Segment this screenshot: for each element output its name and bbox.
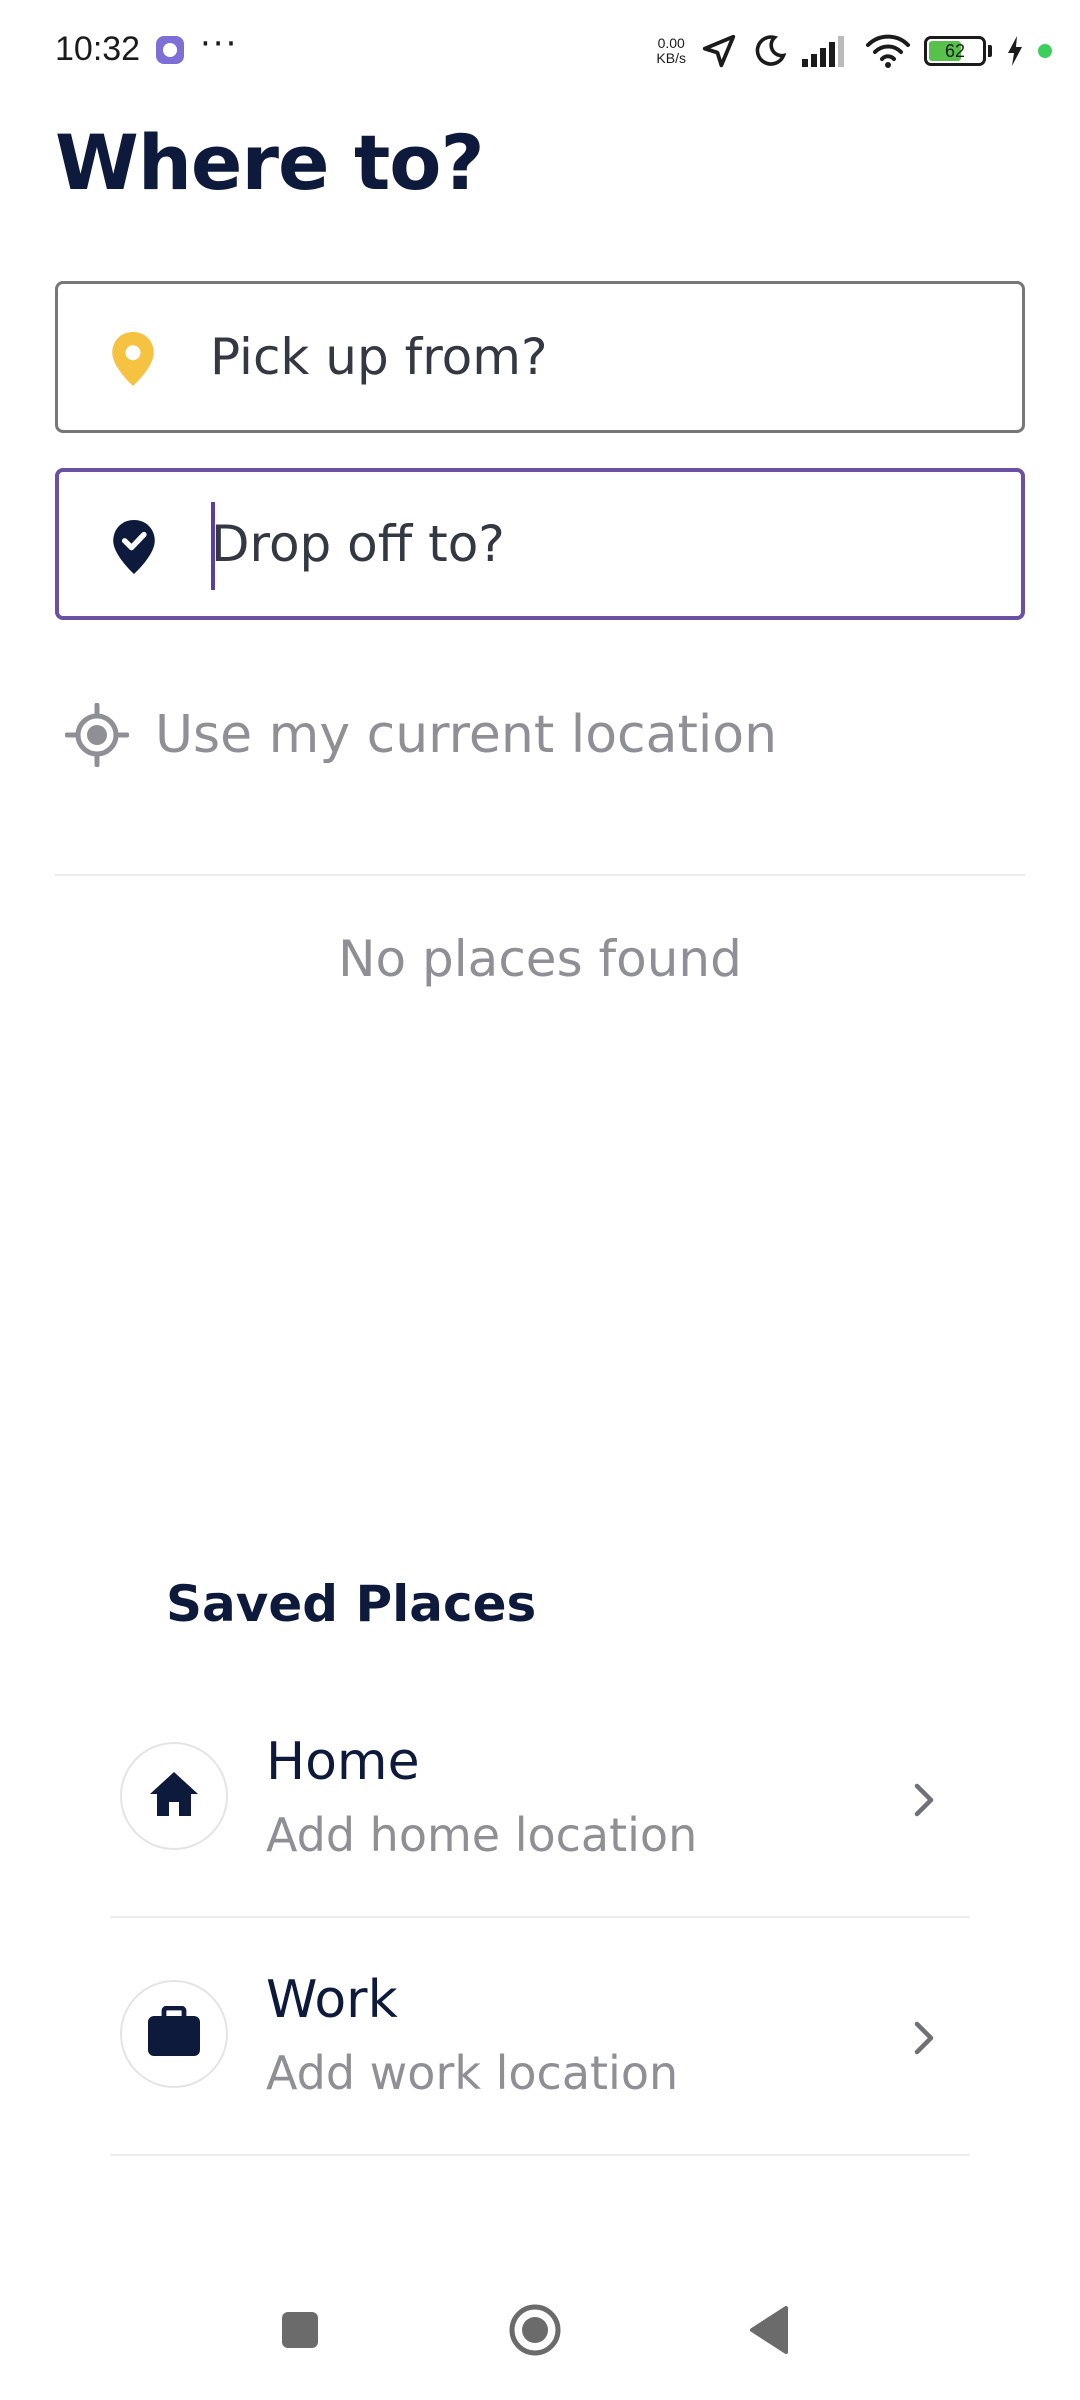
current-location-label: Use my current location — [155, 705, 778, 765]
house-icon — [148, 1770, 200, 1822]
status-bar: 10:32 ··· 0.00 KB/s 62 — [0, 0, 1080, 104]
home-avatar — [120, 1742, 228, 1850]
battery-icon: 62 — [924, 36, 986, 66]
saved-place-work[interactable]: Work Add work location — [110, 1918, 970, 2156]
more-notifications-icon: ··· — [200, 24, 239, 64]
chevron-right-icon — [908, 1780, 940, 1820]
system-nav-bar — [0, 2280, 1080, 2380]
moon-icon — [752, 33, 788, 69]
battery-level: 62 — [944, 40, 966, 61]
back-button[interactable] — [740, 2300, 800, 2360]
charging-bolt-icon — [1006, 36, 1024, 66]
battery-nub — [988, 45, 992, 57]
green-dot-indicator — [1038, 44, 1052, 58]
pickup-placeholder: Pick up from? — [210, 328, 548, 386]
status-time: 10:32 — [55, 30, 141, 68]
recents-button[interactable] — [270, 2300, 330, 2360]
wifi-icon — [866, 34, 910, 68]
location-arrow-icon — [700, 32, 738, 70]
page-title: Where to? — [55, 118, 485, 207]
pickup-input[interactable]: Pick up from? — [55, 281, 1025, 433]
chevron-right-icon — [908, 2018, 940, 2058]
saved-place-subtitle: Add work location — [266, 2046, 679, 2100]
work-avatar — [120, 1980, 228, 2088]
empty-results-message: No places found — [338, 930, 742, 988]
saved-place-name: Work — [266, 1970, 398, 2030]
divider — [55, 874, 1025, 876]
screen: 10:32 ··· 0.00 KB/s 62 Where to? Pick up… — [0, 0, 1080, 2400]
crosshair-icon — [64, 702, 130, 768]
network-speed-unit: KB/s — [656, 50, 686, 66]
check-pin-icon — [109, 520, 159, 574]
briefcase-icon — [146, 2005, 202, 2062]
dropoff-placeholder: Drop off to? — [211, 515, 505, 573]
saved-place-name: Home — [266, 1732, 420, 1792]
use-current-location-button[interactable]: Use my current location — [55, 690, 777, 780]
signal-icon — [802, 35, 852, 67]
network-speed: 0.00 KB/s — [656, 36, 686, 66]
app-notification-icon — [156, 36, 184, 64]
dropoff-input[interactable]: Drop off to? — [55, 468, 1025, 620]
saved-place-subtitle: Add home location — [266, 1808, 698, 1862]
saved-places-heading: Saved Places — [166, 1575, 537, 1633]
location-pin-icon — [108, 332, 158, 386]
saved-place-home[interactable]: Home Add home location — [110, 1680, 970, 1918]
home-button[interactable] — [505, 2300, 565, 2360]
status-right-group: 0.00 KB/s 62 — [656, 28, 1052, 74]
network-speed-value: 0.00 — [657, 35, 685, 51]
